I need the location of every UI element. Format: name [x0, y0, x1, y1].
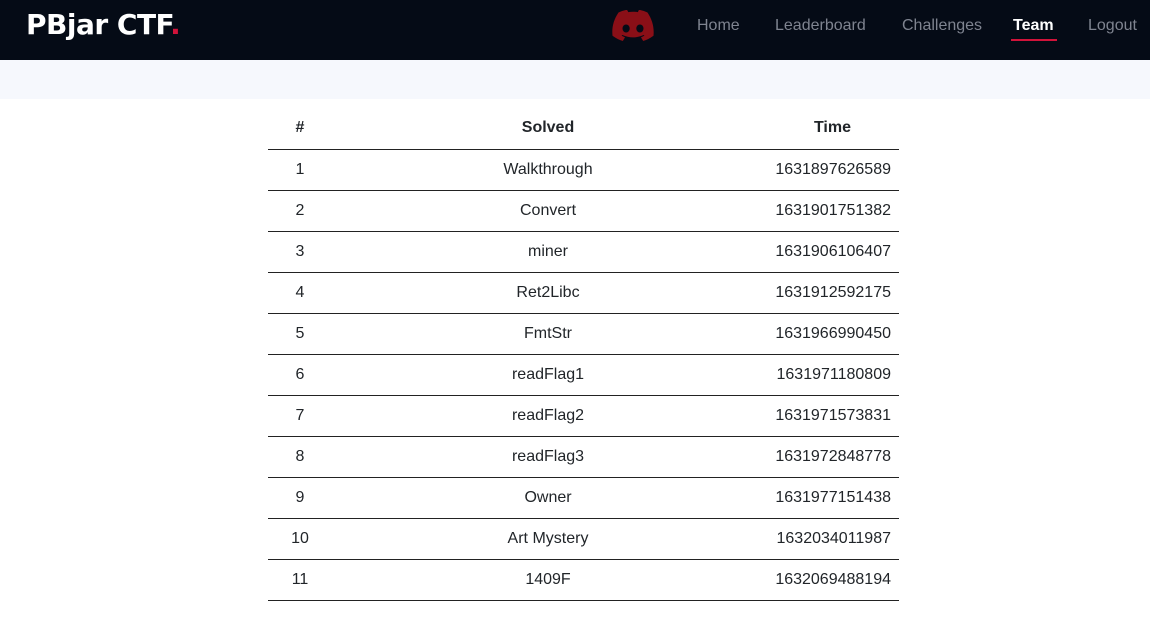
- brand-dot: .: [170, 8, 181, 41]
- active-tab-indicator: [1011, 39, 1057, 41]
- row-number: 4: [268, 272, 332, 314]
- table-row: 10 Art Mystery 1632034011987: [268, 518, 899, 560]
- table-row: 5 FmtStr 1631966990450: [268, 313, 899, 355]
- table-row: 9 Owner 1631977151438: [268, 477, 899, 519]
- nav-leaderboard-link[interactable]: Leaderboard: [775, 16, 866, 36]
- nav-home-link[interactable]: Home: [697, 16, 740, 36]
- table-row: 4 Ret2Libc 1631912592175: [268, 272, 899, 314]
- brand-text: PBjar CTF: [26, 8, 171, 41]
- header-number: #: [268, 108, 332, 150]
- table-row: 1 Walkthrough 1631897626589: [268, 149, 899, 191]
- solves-table-container: # Solved Time 1 Walkthrough 163189762658…: [268, 108, 899, 601]
- discord-icon[interactable]: [612, 10, 654, 42]
- table-row: 11 1409F 1632069488194: [268, 559, 899, 601]
- header-solved: Solved: [332, 108, 764, 150]
- row-number: 5: [268, 313, 332, 355]
- row-time: 1631971180809: [764, 354, 899, 396]
- row-number: 3: [268, 231, 332, 273]
- row-time: 1631966990450: [764, 313, 899, 355]
- table-header-row: # Solved Time: [268, 108, 899, 150]
- brand-logo[interactable]: PBjar CTF.: [26, 7, 181, 43]
- row-challenge: Owner: [332, 477, 764, 519]
- row-time: 1631897626589: [764, 149, 899, 191]
- row-challenge: 1409F: [332, 559, 764, 601]
- nav-team-link[interactable]: Team: [1013, 16, 1054, 36]
- header-band: [0, 60, 1150, 99]
- table-row: 2 Convert 1631901751382: [268, 190, 899, 232]
- row-challenge: Art Mystery: [332, 518, 764, 560]
- row-number: 9: [268, 477, 332, 519]
- row-time: 1631971573831: [764, 395, 899, 437]
- row-number: 2: [268, 190, 332, 232]
- row-challenge: Walkthrough: [332, 149, 764, 191]
- table-row: 7 readFlag2 1631971573831: [268, 395, 899, 437]
- table-row: 6 readFlag1 1631971180809: [268, 354, 899, 396]
- row-challenge: readFlag1: [332, 354, 764, 396]
- solves-table: # Solved Time 1 Walkthrough 163189762658…: [268, 108, 899, 601]
- row-challenge: readFlag3: [332, 436, 764, 478]
- row-number: 11: [268, 559, 332, 601]
- row-challenge: Convert: [332, 190, 764, 232]
- row-number: 1: [268, 149, 332, 191]
- navbar: PBjar CTF. Home Leaderboard Challenges T…: [0, 0, 1150, 60]
- table-row: 3 miner 1631906106407: [268, 231, 899, 273]
- row-time: 1631901751382: [764, 190, 899, 232]
- row-time: 1632069488194: [764, 559, 899, 601]
- row-number: 6: [268, 354, 332, 396]
- row-challenge: FmtStr: [332, 313, 764, 355]
- header-time: Time: [764, 108, 899, 150]
- nav-challenges-link[interactable]: Challenges: [902, 16, 982, 36]
- row-time: 1632034011987: [764, 518, 899, 560]
- row-number: 10: [268, 518, 332, 560]
- row-time: 1631906106407: [764, 231, 899, 273]
- row-number: 8: [268, 436, 332, 478]
- row-challenge: miner: [332, 231, 764, 273]
- table-row: 8 readFlag3 1631972848778: [268, 436, 899, 478]
- row-challenge: Ret2Libc: [332, 272, 764, 314]
- nav-logout-link[interactable]: Logout: [1088, 16, 1137, 36]
- row-time: 1631912592175: [764, 272, 899, 314]
- row-time: 1631972848778: [764, 436, 899, 478]
- row-challenge: readFlag2: [332, 395, 764, 437]
- row-time: 1631977151438: [764, 477, 899, 519]
- row-number: 7: [268, 395, 332, 437]
